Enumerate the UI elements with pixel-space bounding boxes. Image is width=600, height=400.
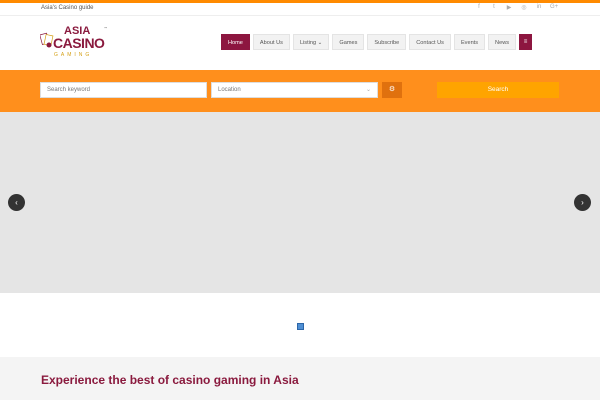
nav-item-about-us[interactable]: About Us <box>252 34 290 50</box>
nav-item-events[interactable]: Events <box>453 34 486 50</box>
nav-item-home[interactable]: Home <box>221 34 250 50</box>
section-headline: Experience the best of casino gaming in … <box>41 373 299 387</box>
hero-slider <box>0 112 600 293</box>
nav-item-games[interactable]: Games <box>332 34 365 50</box>
site-logo[interactable]: ASIA ™ CASINO GAMING <box>40 25 110 61</box>
nav-item-listing[interactable]: Listing ⌄ <box>292 34 330 50</box>
broken-image-icon <box>297 323 304 330</box>
logo-text-casino: CASINO <box>53 35 105 51</box>
main-nav: Home About Us Listing ⌄ Games Subscribe … <box>221 34 533 50</box>
playing-cards-icon <box>40 32 54 48</box>
slider-next-icon[interactable]: › <box>574 194 591 211</box>
search-bar: Search keyword Location ⌄ ⚙ Search <box>0 70 600 112</box>
instagram-icon[interactable]: ◎ <box>520 4 528 11</box>
site-tagline: Asia's Casino guide <box>41 5 94 11</box>
search-button[interactable]: Search <box>437 82 559 98</box>
chevron-down-icon: ⌄ <box>365 87 371 93</box>
nav-item-news[interactable]: News <box>488 34 517 50</box>
intro-section: Experience the best of casino gaming in … <box>0 357 600 400</box>
slider-prev-icon[interactable]: ‹ <box>8 194 25 211</box>
linkedin-icon[interactable]: in <box>535 4 543 11</box>
logo-text-gaming: GAMING <box>54 52 93 58</box>
menu-icon[interactable]: ≡ <box>519 34 533 50</box>
logo-trademark: ™ <box>104 26 107 30</box>
twitter-icon[interactable]: t <box>490 4 498 11</box>
youtube-icon[interactable]: ▶ <box>505 4 513 11</box>
google-plus-icon[interactable]: G+ <box>550 4 558 11</box>
gear-icon[interactable]: ⚙ <box>382 82 402 98</box>
facebook-icon[interactable]: f <box>475 4 483 11</box>
location-placeholder: Location <box>218 87 241 93</box>
social-links: f t ▶ ◎ in G+ <box>475 4 558 11</box>
keyword-search-input[interactable]: Search keyword <box>40 82 207 98</box>
site-header: ASIA ™ CASINO GAMING Home About Us Listi… <box>0 17 600 70</box>
location-select[interactable]: Location ⌄ <box>211 82 378 98</box>
nav-item-contact-us[interactable]: Contact Us <box>409 34 451 50</box>
top-bar: Asia's Casino guide f t ▶ ◎ in G+ <box>0 3 600 16</box>
nav-item-subscribe[interactable]: Subscribe <box>367 34 407 50</box>
